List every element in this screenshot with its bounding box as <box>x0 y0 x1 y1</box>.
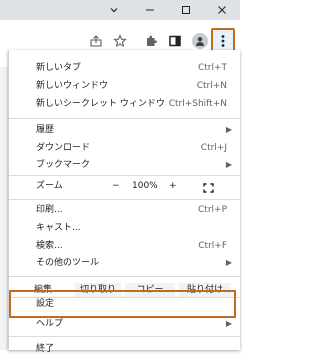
menu-item-new-window[interactable]: 新しいウィンドウ Ctrl+N <box>9 76 240 96</box>
menu-separator <box>9 276 240 277</box>
minimize-icon[interactable] <box>132 0 168 20</box>
menu-item-exit[interactable]: 終了 <box>9 339 240 359</box>
menu-item-cast[interactable]: キャスト... <box>9 218 240 238</box>
menu-separator <box>9 336 240 337</box>
menu-item-label: その他のツール <box>36 258 100 268</box>
maximize-icon[interactable] <box>168 0 204 20</box>
profile-icon[interactable] <box>189 30 211 52</box>
menu-item-label: 新しいウィンドウ <box>36 81 109 91</box>
tab-search-chevron-icon[interactable] <box>96 0 132 20</box>
submenu-arrow-icon: ▶ <box>225 319 232 328</box>
zoom-label: ズーム <box>36 181 63 191</box>
menu-item-bookmarks[interactable]: ブックマーク ▶ <box>9 155 240 175</box>
menu-item-more-tools[interactable]: その他のツール ▶ <box>9 253 240 273</box>
side-panel-icon[interactable] <box>164 30 186 52</box>
shortcut-text: Ctrl+T <box>197 63 227 73</box>
menu-item-label: ヘルプ <box>36 319 64 329</box>
zoom-in-button[interactable]: + <box>169 176 177 196</box>
menu-item-label: 新しいシークレット ウィンドウ <box>36 99 165 109</box>
menu-item-zoom: ズーム − 100% + <box>9 176 240 196</box>
menu-item-help[interactable]: ヘルプ ▶ <box>9 314 240 334</box>
menu-item-new-incognito-window[interactable]: 新しいシークレット ウィンドウ Ctrl+Shift+N <box>9 94 240 114</box>
menu-item-label: キャスト... <box>36 223 81 233</box>
chrome-main-menu: 新しいタブ Ctrl+T 新しいウィンドウ Ctrl+N 新しいシークレット ウ… <box>8 50 240 354</box>
zoom-out-button[interactable]: − <box>112 176 120 196</box>
close-icon[interactable] <box>204 0 240 20</box>
menu-item-print[interactable]: 印刷... Ctrl+P <box>9 200 240 220</box>
shortcut-text: Ctrl+P <box>198 205 227 215</box>
submenu-arrow-icon: ▶ <box>225 160 232 169</box>
share-icon[interactable] <box>85 30 107 52</box>
shortcut-text: Ctrl+N <box>196 81 227 91</box>
menu-item-label: 履歴 <box>36 125 55 135</box>
menu-item-label: 印刷... <box>36 205 63 215</box>
menu-item-settings[interactable]: 設定 <box>9 294 240 314</box>
bookmark-star-icon[interactable] <box>109 30 131 52</box>
menu-item-label: 新しいタブ <box>36 63 82 73</box>
submenu-arrow-icon: ▶ <box>225 125 232 134</box>
shortcut-text: Ctrl+Shift+N <box>168 99 227 109</box>
fullscreen-icon[interactable] <box>203 181 214 201</box>
page-content-edge <box>0 67 8 350</box>
extensions-icon[interactable] <box>140 30 162 52</box>
submenu-arrow-icon: ▶ <box>225 258 232 267</box>
menu-item-label: ブックマーク <box>36 160 91 170</box>
title-bar <box>0 0 240 20</box>
menu-item-history[interactable]: 履歴 ▶ <box>9 120 240 140</box>
menu-item-new-tab[interactable]: 新しいタブ Ctrl+T <box>9 58 240 78</box>
menu-item-label: 終了 <box>36 344 55 354</box>
menu-separator <box>9 118 240 119</box>
menu-item-label: 設定 <box>36 299 55 309</box>
zoom-level-value: 100% <box>132 181 158 191</box>
